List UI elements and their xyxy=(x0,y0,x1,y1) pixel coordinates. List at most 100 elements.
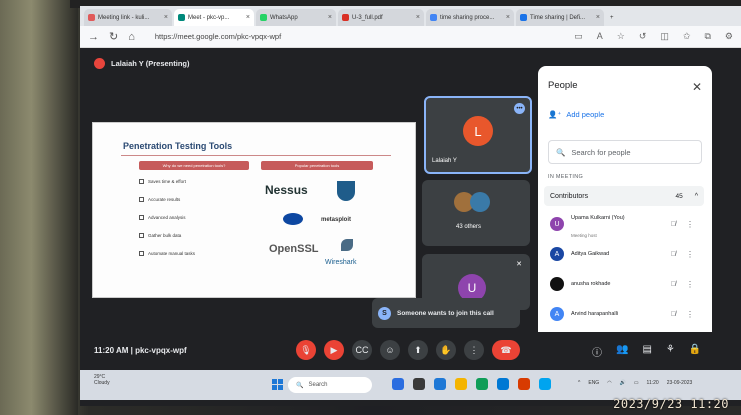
app-icon[interactable] xyxy=(539,378,551,390)
participant-tile-others[interactable]: 43 others xyxy=(422,180,530,246)
participant-row[interactable]: U Upama Kulkarni (You) Meeting host 🎙̸ ⋮ xyxy=(544,210,704,238)
back-arrow-icon[interactable]: → xyxy=(88,31,99,43)
browser-tab[interactable]: U-3_full.pdf × xyxy=(338,9,424,26)
meet-stage: Lalaiah Y (Presenting) Penetration Testi… xyxy=(80,48,741,378)
checklist-text: Advanced analysis xyxy=(148,215,186,220)
participant-role: Meeting host xyxy=(571,233,597,238)
participant-row[interactable]: A Arvind harapanhalli 🎙̸ ⋮ xyxy=(544,300,704,328)
more-options-icon[interactable]: ⋮ xyxy=(686,280,694,289)
file-explorer-icon[interactable] xyxy=(455,378,467,390)
widgets-icon[interactable] xyxy=(413,378,425,390)
tab-label: Meet - pkc-vp... xyxy=(188,14,230,21)
more-options-icon[interactable]: ⋮ xyxy=(686,250,694,259)
wireshark-logo: Wireshark xyxy=(325,259,357,266)
mic-toggle-button[interactable]: 🎙 xyxy=(296,340,316,360)
join-request-toast[interactable]: S Someone wants to join this call xyxy=(372,298,520,328)
url-field[interactable]: https://meet.google.com/pkc-vpqx-wpf xyxy=(155,32,281,41)
volume-icon[interactable]: 🔊 xyxy=(620,380,626,386)
more-options-button[interactable]: ⋮ xyxy=(464,340,484,360)
favorite-star-icon[interactable]: ☆ xyxy=(617,31,625,42)
camera-icon[interactable]: ▭ xyxy=(574,31,583,42)
captions-button[interactable]: CC xyxy=(352,340,372,360)
host-controls-icon[interactable]: 🔒 xyxy=(689,344,701,359)
chevron-up-icon[interactable]: ^ xyxy=(578,380,580,386)
close-icon[interactable]: ✕ xyxy=(692,80,702,94)
address-bar: → ↻ ⌂ https://meet.google.com/pkc-vpqx-w… xyxy=(80,26,741,48)
chat-icon[interactable]: ▤ xyxy=(642,344,651,359)
participant-row[interactable]: A Aditya Gaikwad 🎙̸ ⋮ xyxy=(544,240,704,268)
taskview-icon[interactable] xyxy=(392,378,404,390)
windows-start-icon[interactable] xyxy=(272,379,283,390)
mic-off-icon[interactable]: 🎙̸ xyxy=(671,281,676,288)
taskbar-search[interactable]: 🔍 Search xyxy=(288,377,372,393)
favorites-icon[interactable]: ✩ xyxy=(683,31,691,42)
browser-tab-active[interactable]: Meet - pkc-vp... × xyxy=(174,9,254,26)
people-search-input[interactable]: 🔍 Search for people xyxy=(548,140,702,164)
participant-name: Lalaiah Y xyxy=(432,158,457,164)
tab-label: WhatsApp xyxy=(270,14,298,21)
taskbar-search-label: Search xyxy=(308,382,328,388)
close-icon[interactable]: × xyxy=(246,14,250,21)
taskbar-apps xyxy=(392,378,551,390)
camera-toggle-button[interactable]: ▶ xyxy=(324,340,344,360)
new-tab-button[interactable]: + xyxy=(606,9,620,26)
close-icon[interactable]: × xyxy=(506,14,510,21)
emoji-button[interactable]: ☺ xyxy=(380,340,400,360)
close-icon[interactable]: × xyxy=(416,14,420,21)
tab-label: U-3_full.pdf xyxy=(352,14,383,21)
split-screen-icon[interactable]: ◫ xyxy=(660,31,669,42)
participant-avatar: L xyxy=(463,116,493,146)
contributors-section[interactable]: Contributors 45 ^ xyxy=(544,186,704,206)
extensions-icon[interactable]: ⚙ xyxy=(725,31,733,42)
close-icon[interactable]: × xyxy=(328,14,332,21)
edge-browser-icon[interactable] xyxy=(476,378,488,390)
clock-date[interactable]: 23-09-2023 xyxy=(667,380,693,386)
search-icon: 🔍 xyxy=(296,382,304,389)
info-icon[interactable]: ⓘ xyxy=(592,344,602,359)
read-aloud-icon[interactable]: A xyxy=(597,31,603,42)
tab-favicon-icon xyxy=(430,14,437,21)
clock-time[interactable]: 11:20 xyxy=(647,380,659,386)
home-icon[interactable]: ⌂ xyxy=(128,31,135,43)
refresh-circle-icon[interactable]: ↺ xyxy=(639,31,647,42)
present-button[interactable]: ⬆ xyxy=(408,340,428,360)
windows-taskbar: 29°C Cloudy 🔍 Search ^ ENG ◠ 🔊 ▭ 11:20 2… xyxy=(80,370,741,400)
more-options-icon[interactable]: ⋮ xyxy=(686,310,694,319)
people-icon[interactable]: 👥 xyxy=(616,344,628,359)
browser-tab[interactable]: Meeting link - kuli... × xyxy=(84,9,172,26)
close-icon[interactable]: × xyxy=(164,14,168,21)
mic-off-icon[interactable]: 🎙̸ xyxy=(671,251,676,258)
office-icon[interactable] xyxy=(518,378,530,390)
checklist-item: Advanced analysis xyxy=(139,215,186,220)
add-people-button[interactable]: 👤⁺ Add people xyxy=(548,110,604,119)
checklist-item: Saves time & effort xyxy=(139,179,186,184)
more-options-icon[interactable]: ••• xyxy=(514,103,525,114)
contributors-count: 45 xyxy=(675,192,683,200)
browser-tab[interactable]: Time sharing | Defi... × xyxy=(516,9,604,26)
add-people-label: Add people xyxy=(566,110,605,119)
tab-favicon-icon xyxy=(342,14,349,21)
end-call-button[interactable]: ☎ xyxy=(492,340,520,360)
battery-icon[interactable]: ▭ xyxy=(634,380,639,386)
participant-tile-main[interactable]: L Lalaiah Y ••• xyxy=(424,96,532,174)
close-icon[interactable]: × xyxy=(596,14,600,21)
presenter-name: Lalaiah Y (Presenting) xyxy=(111,59,190,68)
chevron-up-icon[interactable]: ^ xyxy=(695,193,698,200)
wifi-icon[interactable]: ◠ xyxy=(607,380,611,386)
store-icon[interactable] xyxy=(497,378,509,390)
more-options-icon[interactable]: ⋮ xyxy=(686,220,694,229)
chat-app-icon[interactable] xyxy=(434,378,446,390)
mic-off-icon[interactable]: 🎙̸ xyxy=(671,311,676,318)
browser-tab[interactable]: WhatsApp × xyxy=(256,9,336,26)
weather-widget[interactable]: 29°C Cloudy xyxy=(94,374,110,386)
language-indicator[interactable]: ENG xyxy=(588,380,599,386)
monitor-bezel xyxy=(0,0,78,415)
raise-hand-button[interactable]: ✋ xyxy=(436,340,456,360)
participant-name: Aditya Gaikwad xyxy=(571,250,610,257)
activities-icon[interactable]: ⚘ xyxy=(666,344,675,359)
refresh-icon[interactable]: ↻ xyxy=(109,30,118,43)
participant-row[interactable]: anusha rokhade 🎙̸ ⋮ xyxy=(544,270,704,298)
collections-icon[interactable]: ⧉ xyxy=(704,31,710,42)
mic-off-icon[interactable]: 🎙̸ xyxy=(671,221,676,228)
browser-tab[interactable]: time sharing proce... × xyxy=(426,9,514,26)
